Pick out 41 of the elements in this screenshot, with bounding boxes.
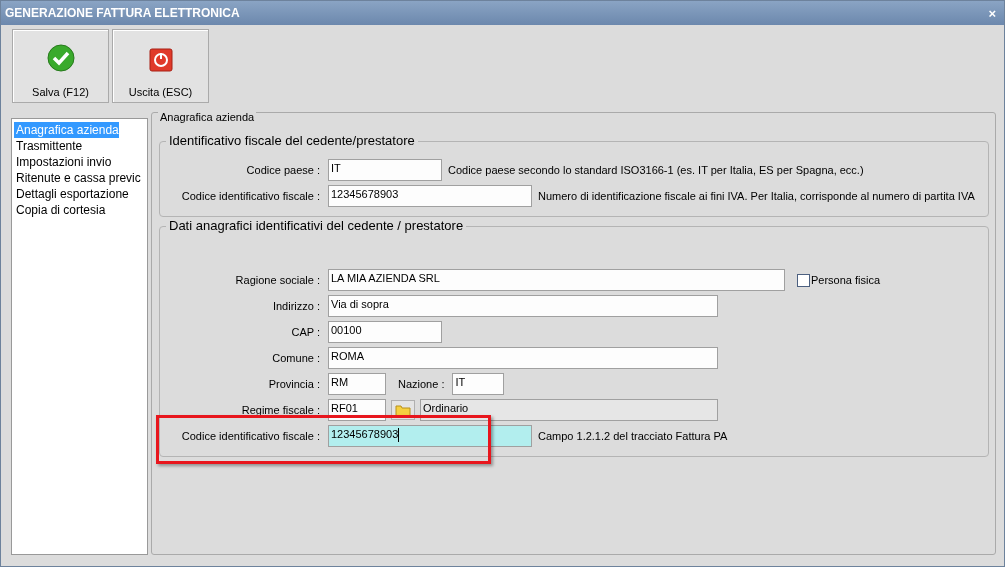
field-hint: Codice paese secondo lo standard ISO3166-1 (es. IT per Italia, ES per Spagna, ecc.) [448,164,864,176]
checkbox-label: Persona fisica [811,274,881,286]
sidebar-item[interactable]: Dettagli esportazione [14,186,129,202]
panel-title: Anagrafica azienda [158,111,257,123]
window-title: GENERAZIONE FATTURA ELETTRONICA [5,6,240,20]
text-caret [398,428,400,442]
folder-icon [395,403,411,417]
field-label: CAP : [290,326,320,338]
field-label: Provincia : [267,378,320,390]
sidebar-item[interactable]: Copia di cortesia [14,202,106,218]
save-button[interactable]: Salva (F12) [12,29,109,103]
checkmark-icon [46,44,75,72]
field-label: Codice identificativo fiscale : [180,430,320,442]
folder-button[interactable] [391,400,415,420]
field-label: Regime fiscale : [240,404,320,416]
exit-button[interactable]: Uscita (ESC) [112,29,209,103]
group-title: Dati anagrafici identificativi del cedente / prestatore [166,218,467,233]
description-field: Ordinario [420,399,718,421]
input-field[interactable]: IT [452,373,505,395]
input-field[interactable]: Via di sopra [328,295,718,317]
field-label: Codice identificativo fiscale : [180,190,320,202]
input-field[interactable]: 00100 [328,321,442,343]
field-label: Codice paese : [245,164,320,176]
power-icon [148,48,173,72]
sidebar-item[interactable]: Trasmittente [14,138,83,154]
field-hint: Campo 1.2.1.2 del tracciato Fattura PA [538,430,728,442]
input-field[interactable]: 12345678903 [328,425,532,447]
input-field[interactable]: ROMA [328,347,718,369]
field-label: Ragione sociale : [234,274,320,286]
sidebar-item[interactable]: Ritenute e cassa previc [14,170,141,186]
input-field[interactable]: LA MIA AZIENDA SRL [328,269,785,291]
input-field[interactable]: RM [328,373,386,395]
checkbox[interactable] [797,273,810,287]
input-field[interactable]: IT [328,159,442,181]
field-hint: Numero di identificazione fiscale ai fini IVA. Per Italia, corrisponde al numero di partita IVA [538,190,975,202]
field-label: Indirizzo : [271,300,320,312]
field-label: Nazione : [398,378,445,390]
input-field[interactable]: 12345678903 [328,185,532,207]
field-label: Comune : [271,352,320,364]
sidebar-item[interactable]: Impostazioni invio [14,154,112,170]
group-title: Identificativo fiscale del cedente/prestatore [166,133,418,148]
